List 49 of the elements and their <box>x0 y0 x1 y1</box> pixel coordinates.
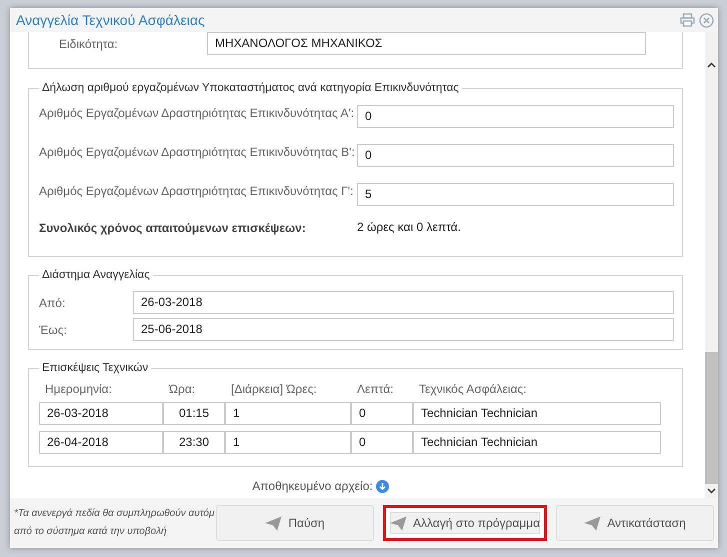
table-cell-field[interactable]: 01:15 <box>163 402 225 425</box>
table-cell-field[interactable]: Technician Technician <box>413 402 661 425</box>
column-header: Τεχνικός Ασφάλειας: <box>418 382 528 396</box>
field-label: Ειδικότητα: <box>58 36 119 51</box>
window-title: Αναγγελία Τεχνικού Ασφάλειας <box>16 12 205 28</box>
scroll-down-icon[interactable] <box>707 488 716 494</box>
saved-file-label: Αποθηκευμένο αρχείο: <box>252 479 373 493</box>
number-field[interactable]: 0 <box>357 144 674 167</box>
table-cell-field[interactable]: 1 <box>225 431 351 454</box>
table-cell-field[interactable]: 23:30 <box>163 431 225 454</box>
scroll-thumb[interactable] <box>705 352 718 484</box>
field-label: Από: <box>39 296 66 310</box>
scrollbar[interactable] <box>705 32 718 498</box>
specialty-field[interactable]: ΜΗΧΑΝΟΛΟΓΟΣ ΜΗΧΑΝΙΚΟΣ <box>207 32 646 55</box>
field-label: Συνολικός χρόνος απαιτούμενων επισκέψεων: <box>39 220 307 236</box>
field-label: Αριθμός Εργαζομένων Δραστηριότητας Επικινδυνότητας Α': <box>39 105 356 121</box>
table-cell-field[interactable]: 26-04-2018 <box>39 431 163 454</box>
table-cell-field[interactable]: Technician Technician <box>413 431 661 454</box>
action-button[interactable]: Παύση <box>216 505 374 541</box>
footer-note: *Τα ανενεργά πεδία θα συμπληρωθούν αυτόμ <box>14 507 214 521</box>
paper-plane-icon <box>584 516 602 530</box>
action-button[interactable]: Αλλαγή στο πρόγραμμα <box>382 505 548 541</box>
column-header: Ημερομηνία: <box>44 382 113 396</box>
column-header: Λεπτά: <box>356 382 394 396</box>
paper-plane-icon <box>265 516 282 530</box>
close-icon[interactable] <box>699 12 714 28</box>
number-field[interactable]: 0 <box>357 105 674 128</box>
field-label: Αριθμός Εργαζομένων Δραστηριότητας Επικινδυνότητας Γ': <box>39 183 354 199</box>
number-field[interactable]: 5 <box>357 183 674 206</box>
column-header: [Διάρκεια] Ώρες: <box>230 382 318 396</box>
footer-note: από το σύστημα κατά την υποβολή <box>14 525 167 539</box>
download-icon[interactable] <box>376 480 389 492</box>
table-cell-field[interactable]: 0 <box>351 431 413 454</box>
total-time-value: 2 ώρες και 0 λεπτά. <box>357 220 461 234</box>
scroll-up-icon[interactable] <box>707 62 716 68</box>
field-label: Αριθμός Εργαζομένων Δραστηριότητας Επικινδυνότητας Β': <box>39 144 356 160</box>
date-field[interactable]: 26-03-2018 <box>133 291 674 314</box>
section-legend: Επισκέψεις Τεχνικών <box>39 362 152 374</box>
action-button[interactable]: Αντικατάσταση <box>556 505 714 541</box>
section-legend: Δήλωση αριθμού εργαζομένων Υποκαταστήματος ανά κατηγορία Επικινδυνότητας <box>39 82 462 94</box>
table-cell-field[interactable]: 1 <box>225 402 351 425</box>
field-label: Έως: <box>39 322 68 336</box>
date-field[interactable]: 25-06-2018 <box>133 318 674 341</box>
table-cell-field[interactable]: 26-03-2018 <box>39 402 163 425</box>
printer-icon[interactable] <box>680 13 695 27</box>
paper-plane-icon <box>390 516 407 530</box>
column-header: Ώρα: <box>168 382 196 396</box>
table-cell-field[interactable]: 0 <box>351 402 413 425</box>
section-legend: Διάστημα Αναγγελίας <box>39 269 153 281</box>
